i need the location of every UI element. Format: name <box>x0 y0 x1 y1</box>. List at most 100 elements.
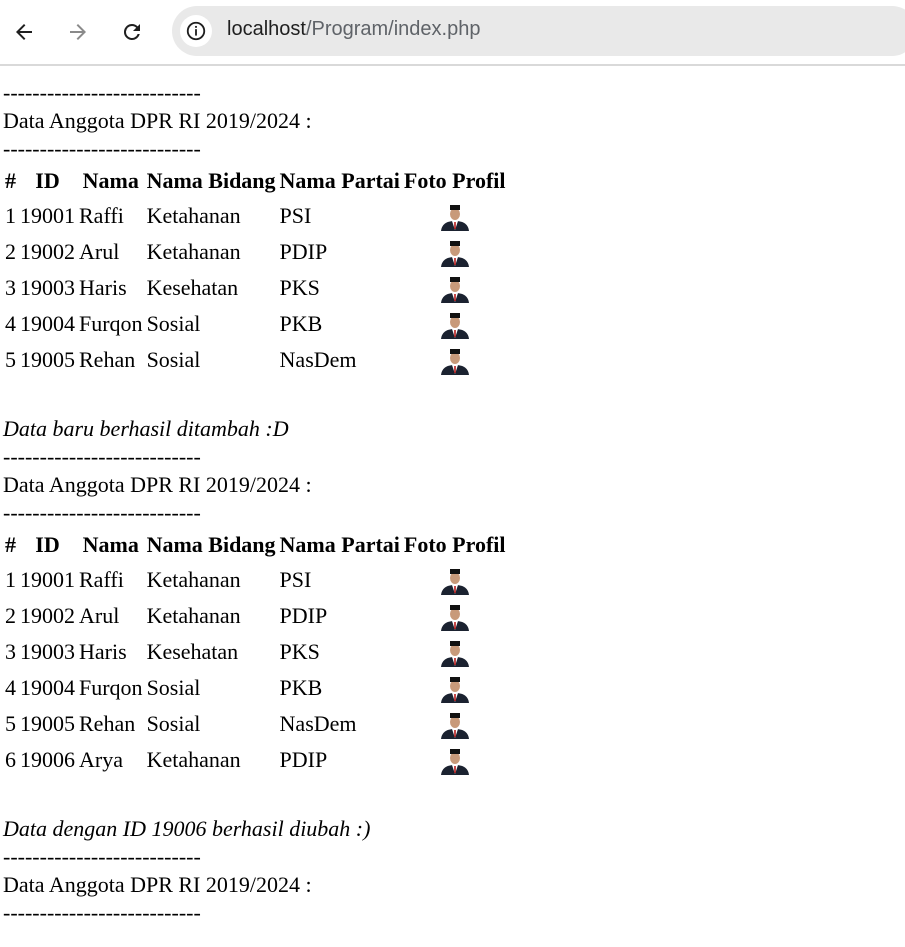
member-party: PKS <box>279 275 320 300</box>
column-header: # <box>5 168 16 193</box>
status-message: Data dengan ID 19006 berhasil diubah :) <box>3 816 371 841</box>
row-number: 5 <box>5 347 16 372</box>
separator: --------------------------- <box>3 80 201 105</box>
member-id: 19002 <box>20 603 75 628</box>
member-field: Sosial <box>146 675 201 700</box>
member-field: Sosial <box>146 347 201 372</box>
member-name: Furqon <box>79 675 143 700</box>
reload-button[interactable] <box>114 14 150 50</box>
members-table: # ID Nama Nama Bidang Nama Partai Foto Profil… <box>2 163 509 379</box>
member-photo-cell <box>403 635 507 669</box>
forward-button[interactable] <box>60 14 96 50</box>
member-photo-cell <box>403 271 507 305</box>
page-content: --------------------------- Data Anggota … <box>3 79 509 927</box>
member-id: 19004 <box>20 675 75 700</box>
member-photo-cell <box>403 343 507 377</box>
profile-photo <box>438 310 471 339</box>
profile-photo <box>438 602 471 631</box>
member-party: PSI <box>279 567 312 592</box>
member-party: PKB <box>279 675 323 700</box>
member-name: Arya <box>79 747 123 772</box>
member-id: 19004 <box>20 311 75 336</box>
member-field: Kesehatan <box>146 639 239 664</box>
profile-photo <box>438 202 471 231</box>
site-info-icon[interactable] <box>180 15 212 47</box>
member-photo-cell <box>403 707 507 741</box>
member-party: PDIP <box>279 603 328 628</box>
table-row: 5 19005 Rehan Sosial NasDem <box>4 707 507 741</box>
profile-photo <box>438 674 471 703</box>
arrow-left-icon <box>16 24 32 40</box>
member-field: Ketahanan <box>146 747 241 772</box>
column-header: Nama Partai <box>279 532 400 557</box>
member-name: Raffi <box>79 567 124 592</box>
row-number: 3 <box>5 275 16 300</box>
profile-photo <box>438 346 471 375</box>
separator: --------------------------- <box>3 900 201 925</box>
member-party: NasDem <box>279 347 357 372</box>
section-heading: Data Anggota DPR RI 2019/2024 : <box>3 472 312 497</box>
row-number: 3 <box>5 639 16 664</box>
member-photo-cell <box>403 307 507 341</box>
member-id: 19003 <box>20 639 75 664</box>
column-header: Foto Profil <box>403 532 506 557</box>
table-row: 5 19005 Rehan Sosial NasDem <box>4 343 507 377</box>
member-photo-cell <box>403 743 507 777</box>
member-photo-cell <box>403 671 507 705</box>
member-photo-cell <box>403 235 507 269</box>
column-header: # <box>5 532 16 557</box>
profile-photo <box>438 746 471 775</box>
table-row: 1 19001 Raffi Ketahanan PSI <box>4 199 507 233</box>
status-message: Data baru berhasil ditambah :D <box>3 416 289 441</box>
member-field: Sosial <box>146 311 201 336</box>
member-photo-cell <box>403 599 507 633</box>
table-row: 4 19004 Furqon Sosial PKB <box>4 307 507 341</box>
member-name: Arul <box>79 603 120 628</box>
table-row: 4 19004 Furqon Sosial PKB <box>4 671 507 705</box>
member-id: 19001 <box>20 567 75 592</box>
row-number: 4 <box>5 311 16 336</box>
column-header: Nama Bidang <box>146 532 276 557</box>
profile-photo <box>438 238 471 267</box>
separator: --------------------------- <box>3 500 201 525</box>
arrow-right-icon <box>70 24 86 40</box>
member-name: Rehan <box>79 347 136 372</box>
back-button[interactable] <box>6 14 42 50</box>
table-header-row: # ID Nama Nama Bidang Nama Partai Foto Profil <box>4 529 507 561</box>
column-header: Nama <box>82 168 139 193</box>
row-number: 2 <box>5 239 16 264</box>
table-row: 1 19001 Raffi Ketahanan PSI <box>4 563 507 597</box>
column-header: ID <box>35 168 60 193</box>
member-id: 19005 <box>20 347 75 372</box>
member-id: 19006 <box>20 747 75 772</box>
table-header-row: # ID Nama Nama Bidang Nama Partai Foto Profil <box>4 165 507 197</box>
table-row: 2 19002 Arul Ketahanan PDIP <box>4 235 507 269</box>
separator: --------------------------- <box>3 444 201 469</box>
table-row: 3 19003 Haris Kesehatan PKS <box>4 271 507 305</box>
member-name: Arul <box>79 239 120 264</box>
member-id: 19003 <box>20 275 75 300</box>
members-table: # ID Nama Nama Bidang Nama Partai Foto Profil… <box>2 527 509 779</box>
member-id: 19005 <box>20 711 75 736</box>
column-header: Nama <box>82 532 139 557</box>
url-text[interactable]: localhost/Program/index.php <box>227 18 480 41</box>
member-party: PKS <box>279 639 320 664</box>
url-host: localhost <box>227 18 306 40</box>
address-bar[interactable]: localhost/Program/index.php <box>172 6 905 56</box>
url-path: /Program/index.php <box>305 18 481 40</box>
member-name: Rehan <box>79 711 136 736</box>
profile-photo <box>438 274 471 303</box>
section-heading: Data Anggota DPR RI 2019/2024 : <box>3 108 312 133</box>
separator: --------------------------- <box>3 844 201 869</box>
member-name: Haris <box>79 275 127 300</box>
member-id: 19001 <box>20 203 75 228</box>
member-field: Ketahanan <box>146 239 241 264</box>
member-field: Ketahanan <box>146 567 241 592</box>
table-row: 2 19002 Arul Ketahanan PDIP <box>4 599 507 633</box>
member-field: Ketahanan <box>146 603 241 628</box>
row-number: 6 <box>5 747 16 772</box>
row-number: 1 <box>5 203 16 228</box>
member-name: Furqon <box>79 311 143 336</box>
